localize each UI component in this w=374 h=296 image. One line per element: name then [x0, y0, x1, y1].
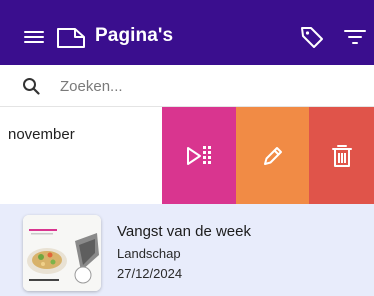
- page-date: 27/12/2024: [117, 266, 183, 281]
- list-item-selected[interactable]: Vangst van de week Landschap 27/12/2024: [0, 204, 374, 296]
- food-photo-thumbnail-image: [23, 215, 101, 291]
- app-bar: Pagina's: [0, 0, 374, 65]
- page-icon: [57, 28, 85, 48]
- pencil-icon: [263, 146, 282, 165]
- app-window: Pagina's november: [0, 0, 374, 296]
- tag-icon[interactable]: [299, 24, 325, 50]
- page-thumbnail: [23, 215, 101, 291]
- trash-icon: [331, 144, 352, 167]
- edit-button[interactable]: [236, 107, 309, 204]
- menu-icon[interactable]: [24, 28, 44, 44]
- play-button[interactable]: [162, 107, 236, 204]
- page-title-text: Vangst van de week: [117, 223, 251, 240]
- search-bar: [0, 65, 374, 107]
- search-input[interactable]: [60, 74, 360, 98]
- search-icon: [23, 78, 40, 95]
- list-item-title: november: [8, 126, 75, 143]
- list-item[interactable]: november: [0, 107, 374, 204]
- play-list-icon: [187, 145, 211, 165]
- delete-button[interactable]: [309, 107, 374, 204]
- page-title: Pagina's: [95, 25, 174, 46]
- page-orientation: Landschap: [117, 246, 181, 261]
- filter-icon[interactable]: [344, 27, 368, 47]
